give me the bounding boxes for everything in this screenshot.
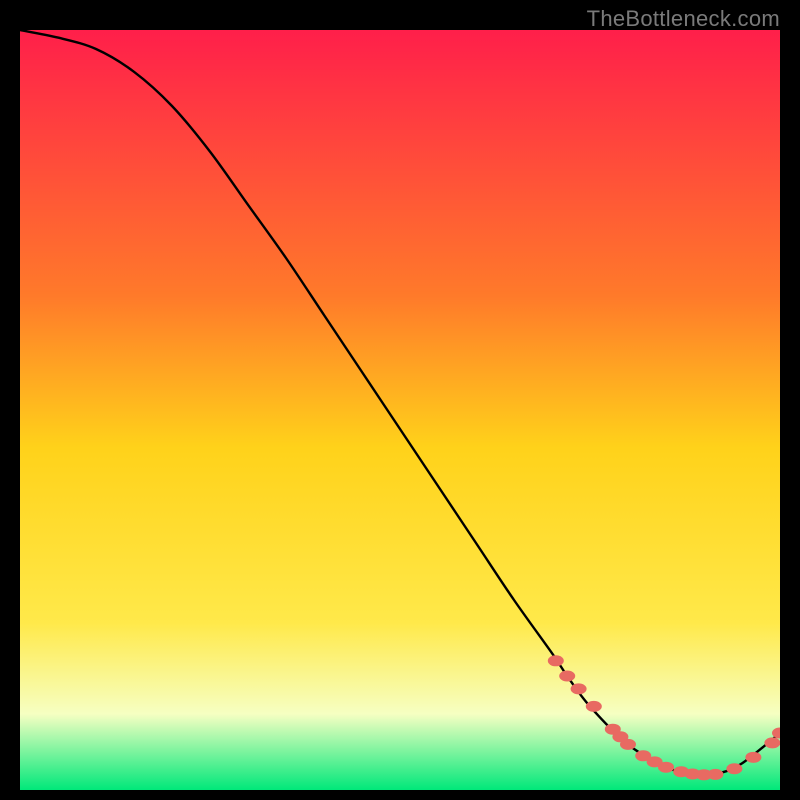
curve-marker: [559, 671, 575, 682]
curve-marker: [726, 763, 742, 774]
watermark-text: TheBottleneck.com: [587, 6, 780, 32]
curve-marker: [707, 769, 723, 780]
chart-stage: TheBottleneck.com: [0, 0, 800, 800]
curve-marker: [764, 737, 780, 748]
curve-marker: [571, 683, 587, 694]
curve-marker: [745, 752, 761, 763]
curve-marker: [548, 655, 564, 666]
plot-area: [20, 30, 780, 790]
plot-svg: [20, 30, 780, 790]
curve-marker: [620, 739, 636, 750]
curve-marker: [586, 701, 602, 712]
curve-marker: [658, 762, 674, 773]
gradient-background: [20, 30, 780, 790]
